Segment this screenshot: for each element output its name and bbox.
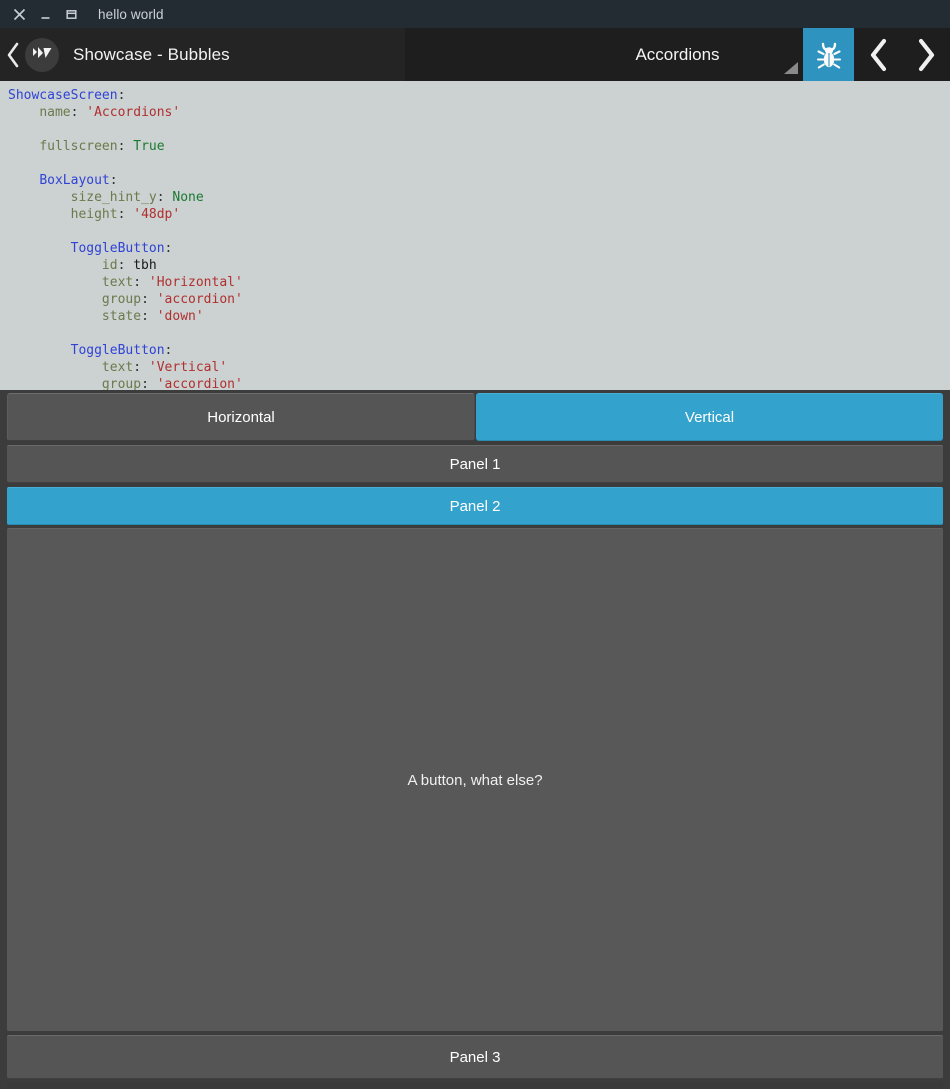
window-title: hello world <box>98 6 164 22</box>
app-title: Showcase - Bubbles <box>73 44 230 64</box>
kivy-logo-icon <box>25 37 59 72</box>
minimize-icon[interactable] <box>32 1 58 27</box>
code-line: state: 'down' <box>101 309 204 324</box>
actionbar-tools <box>783 28 950 81</box>
back-chevron-icon[interactable] <box>2 28 24 81</box>
window-titlebar: hello world <box>0 0 950 28</box>
accordion-content-panel-2: A button, what else? <box>7 528 943 1031</box>
source-code-text: ShowcaseScreen: name: 'Accordions' fulls… <box>8 87 950 390</box>
code-line: id: tbh <box>101 258 157 273</box>
showcase-body: Horizontal Vertical Panel 1 Panel 2 A bu… <box>0 390 950 1089</box>
accordion-header-panel-1[interactable]: Panel 1 <box>7 445 943 483</box>
next-chevron-icon[interactable] <box>902 28 950 81</box>
source-code-pane[interactable]: ShowcaseScreen: name: 'Accordions' fulls… <box>0 81 950 390</box>
close-icon[interactable] <box>6 1 32 27</box>
code-line: text: 'Vertical' <box>101 360 228 375</box>
toggle-horizontal[interactable]: Horizontal <box>7 393 475 441</box>
code-line: ShowcaseScreen: <box>8 88 126 103</box>
accordion-header-panel-3[interactable]: Panel 3 <box>7 1035 943 1079</box>
code-line: size_hint_y: None <box>70 190 204 205</box>
overflow-triangle-icon <box>783 28 803 81</box>
toggle-vertical[interactable]: Vertical <box>476 393 943 441</box>
previous-chevron-icon[interactable] <box>854 28 902 81</box>
code-line: height: '48dp' <box>70 207 181 222</box>
code-line: ToggleButton: <box>70 241 173 256</box>
code-line: name: 'Accordions' <box>39 105 181 120</box>
accordion-header-panel-2[interactable]: Panel 2 <box>7 487 943 525</box>
actionbar-right-group: Accordions <box>405 28 950 81</box>
app-actionbar: Showcase - Bubbles Accordions <box>0 28 950 81</box>
code-line: fullscreen: True <box>39 139 165 154</box>
orientation-toggle-group: Horizontal Vertical <box>7 393 943 441</box>
bottom-spacer <box>7 1083 943 1089</box>
code-line: BoxLayout: <box>39 173 118 188</box>
bug-icon[interactable] <box>803 28 854 81</box>
actionbar-left-group: Showcase - Bubbles <box>0 28 405 81</box>
code-line: ToggleButton: <box>70 343 173 358</box>
code-line: text: 'Horizontal' <box>101 275 243 290</box>
code-line: group: 'accordion' <box>101 292 243 307</box>
maximize-icon[interactable] <box>58 1 84 27</box>
code-line: group: 'accordion' <box>101 377 243 390</box>
accordion-content-button[interactable]: A button, what else? <box>407 772 542 789</box>
